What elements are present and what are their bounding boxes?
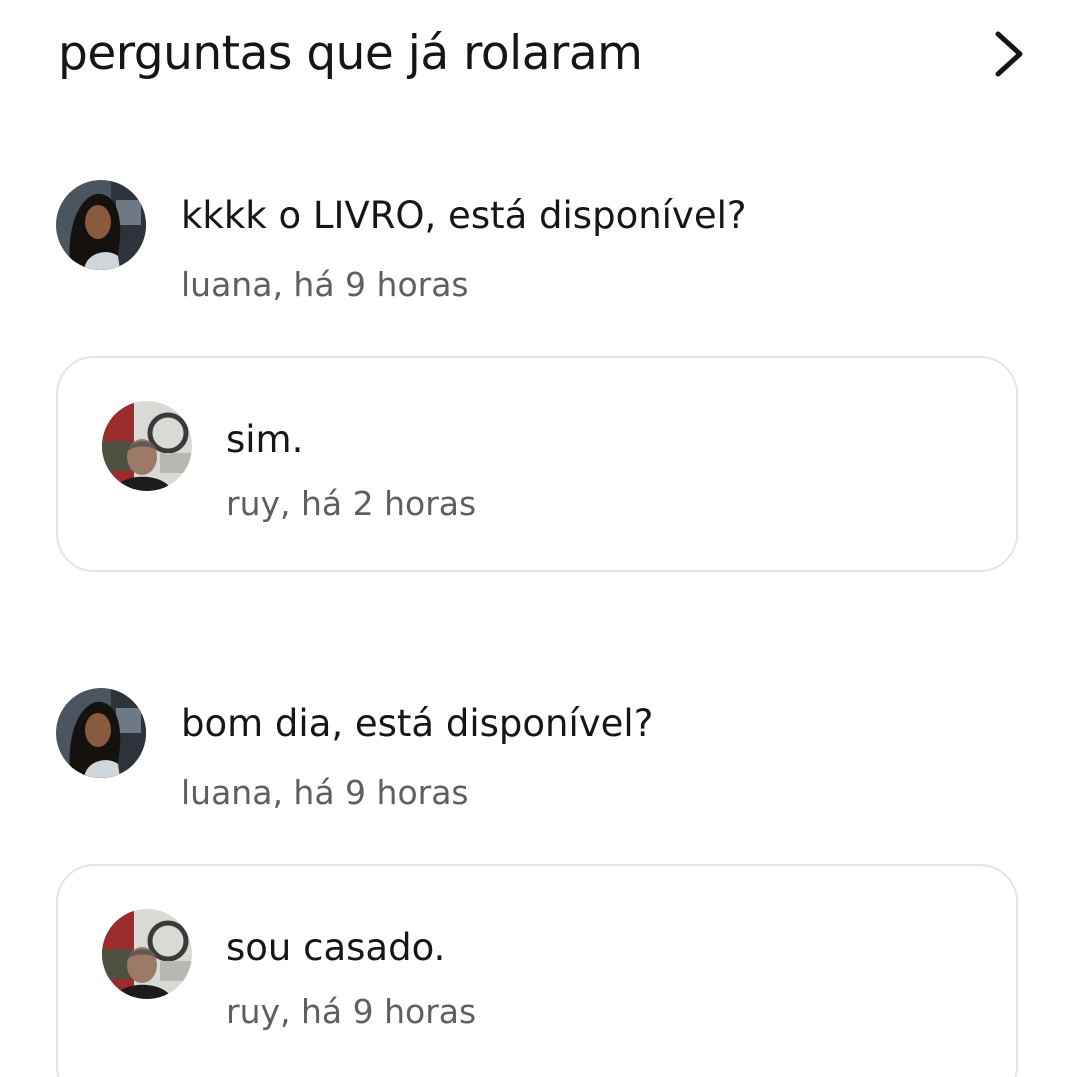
question-meta: luana, há 9 horas — [181, 773, 469, 812]
avatar-luana — [56, 688, 146, 778]
avatar-luana — [56, 180, 146, 270]
questions-page: perguntas que já rolaram kkkk o LIVRO, e… — [0, 0, 1080, 1077]
section-title: perguntas que já rolaram — [58, 26, 643, 81]
questions-header[interactable]: perguntas que já rolaram — [58, 22, 1028, 88]
question-text: bom dia, está disponível? — [181, 702, 654, 745]
question-item: bom dia, está disponível? luana, há 9 ho… — [56, 686, 1020, 816]
answer-text: sou casado. — [226, 926, 446, 969]
avatar-ruy — [102, 401, 192, 491]
question-meta: luana, há 9 horas — [181, 265, 469, 304]
question-item: kkkk o LIVRO, está disponível? luana, há… — [56, 178, 1020, 308]
answer-card: sou casado. ruy, há 9 horas — [56, 864, 1018, 1077]
chevron-right-icon[interactable] — [988, 28, 1028, 80]
answer-text: sim. — [226, 418, 304, 461]
avatar-ruy — [102, 909, 192, 999]
answer-meta: ruy, há 9 horas — [226, 992, 477, 1031]
question-text: kkkk o LIVRO, está disponível? — [181, 194, 747, 237]
answer-card: sim. ruy, há 2 horas — [56, 356, 1018, 572]
answer-meta: ruy, há 2 horas — [226, 484, 477, 523]
